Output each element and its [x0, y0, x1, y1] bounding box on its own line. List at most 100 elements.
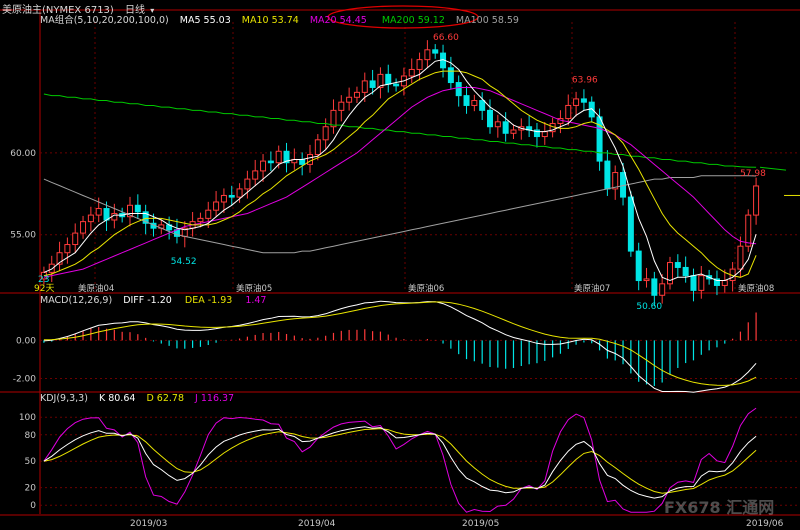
last-price-label: 57.98: [740, 169, 766, 179]
candle-body: [596, 116, 603, 162]
watermark: FX678 汇通网: [664, 498, 775, 517]
kdj-tick-label-0: 100: [19, 413, 36, 423]
candle-body: [80, 221, 87, 234]
ma5-line: [43, 59, 757, 282]
candle-body: [487, 109, 493, 128]
d-legend: D 62.78: [146, 393, 184, 404]
contract-label-4: 美原油08: [738, 283, 774, 294]
k-legend: K 80.64: [98, 393, 136, 404]
candle-body: [721, 280, 728, 286]
candle-body: [510, 129, 517, 134]
candle-body: [236, 188, 243, 198]
ma200-line: [43, 93, 757, 168]
days-count-label: 92天: [34, 284, 54, 294]
candle-body: [479, 100, 486, 111]
candle-body: [565, 104, 572, 120]
kdj-legend: KDJ(9,3,3) K 80.64 D 62.78 J 116.37: [40, 393, 234, 404]
candle-body: [463, 95, 470, 106]
macd-tick-label-0: 0.00: [16, 336, 36, 346]
candle-body: [213, 201, 220, 211]
candle-body: [369, 80, 376, 88]
macd-dea-line: [43, 301, 757, 386]
low-price-label-1: 54.52: [171, 257, 197, 267]
chart-root: 60.00 55.00 0.00 -2.00 100 80 50 20 0 66.60 63.96 5…: [0, 0, 800, 530]
candle-body: [244, 178, 251, 190]
candle-body: [659, 283, 666, 296]
candle-body: [737, 245, 744, 270]
candle-body: [635, 250, 642, 282]
month-label-1: 2019/04: [298, 519, 336, 529]
candle-body: [416, 59, 423, 70]
kdj-tick-label-3: 20: [25, 484, 37, 494]
candle-body: [252, 170, 259, 180]
candle-body: [432, 49, 439, 54]
ma20-line: [43, 87, 757, 278]
candle-body: [690, 275, 697, 291]
candle-body: [627, 196, 634, 252]
candle-body: [299, 158, 306, 165]
candle-body: [346, 96, 353, 103]
candle-body: [72, 232, 79, 246]
candle-body: [385, 73, 392, 85]
candle-body: [205, 209, 212, 219]
candle-body: [753, 185, 760, 216]
macd-value-legend: 1.47: [245, 295, 267, 306]
month-label-0: 2019/03: [130, 519, 167, 529]
contract-label-3: 美原油07: [574, 283, 610, 294]
candle-body: [267, 160, 274, 164]
candle-body: [698, 275, 705, 291]
month-label-2: 2019/05: [462, 519, 499, 529]
macd-tick-label-1: -2.00: [13, 375, 37, 385]
candle-body: [455, 82, 462, 97]
kdj-tick-label-4: 0: [30, 501, 36, 511]
candle-body: [197, 217, 204, 223]
ma-legend-label[interactable]: MA组合(5,10,20,200,100,0): [40, 15, 169, 26]
j-legend: J 116.37: [195, 393, 235, 404]
candle-body: [95, 208, 102, 216]
candle-body: [353, 91, 360, 98]
candle-body: [674, 262, 681, 268]
high-price-label-1: 66.60: [433, 33, 459, 43]
ma10-legend: MA10 53.74: [241, 15, 299, 26]
candle-body: [424, 49, 431, 61]
low-price-label-2: 50.60: [636, 302, 662, 312]
candle-body: [408, 68, 415, 77]
candle-body: [307, 154, 313, 165]
contract-label-0: 美原油04: [78, 283, 114, 294]
price-chart-svg: 60.00 55.00 0.00 -2.00 100 80 50 20 0 66.60 63.96 5…: [0, 5, 800, 529]
diff-legend: DIFF -1.20: [123, 295, 172, 306]
candle-body: [338, 101, 345, 111]
kdj-legend-label[interactable]: KDJ(9,3,3): [40, 393, 88, 404]
candle-body: [103, 208, 110, 221]
candle-body: [64, 244, 71, 254]
ma200-legend: MA200 59.12: [381, 15, 445, 26]
candle-body: [604, 160, 611, 190]
contract-label-2: 美原油06: [408, 283, 444, 294]
candle-body: [580, 98, 587, 103]
candle-body: [471, 100, 478, 106]
candle-body: [573, 98, 580, 106]
price-tick-label-0: 60.00: [10, 149, 36, 159]
high-price-label-2: 63.96: [572, 76, 598, 86]
candle-body: [651, 278, 658, 296]
ma-legend: MA组合(5,10,20,200,100,0) MA5 55.03 MA10 5…: [40, 12, 519, 26]
candle-body: [643, 278, 650, 282]
candle-body: [260, 160, 267, 172]
candle-body: [322, 126, 329, 141]
candle-body: [48, 263, 55, 273]
dea-legend: DEA -1.93: [184, 295, 233, 306]
macd-legend-label[interactable]: MACD(12,26,9): [40, 295, 112, 306]
contract-label-1: 美原油05: [236, 283, 272, 294]
candle-body: [682, 266, 689, 277]
kdj-tick-label-2: 50: [25, 457, 37, 467]
candle-body: [134, 204, 141, 213]
ma5-legend: MA5 55.03: [179, 15, 231, 26]
candle-body: [494, 121, 501, 128]
kdj-tick-label-1: 80: [25, 431, 37, 441]
candle-body: [228, 194, 235, 198]
candle-body: [314, 139, 321, 156]
month-label-3: 2019/06: [746, 519, 784, 529]
candle-body: [502, 121, 509, 134]
candle-body: [745, 214, 752, 247]
candle-body: [361, 80, 368, 93]
